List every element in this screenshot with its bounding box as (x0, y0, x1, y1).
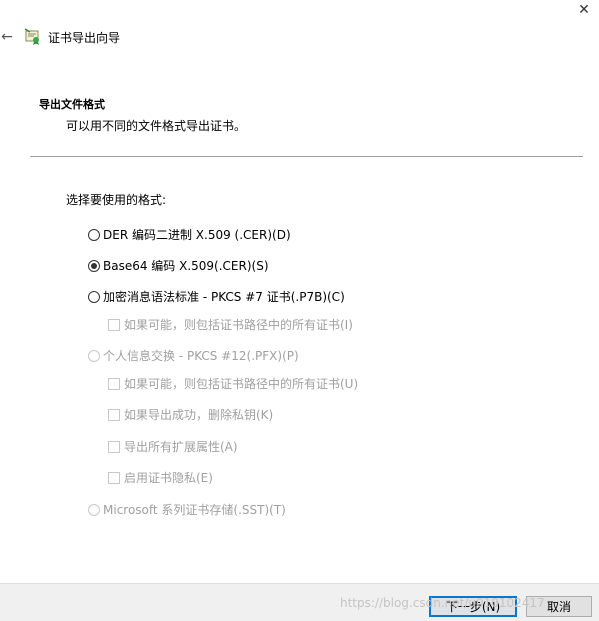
checkbox-box-pkcs7-include-all[interactable] (108, 318, 120, 331)
section-heading: 导出文件格式 (39, 98, 105, 111)
footer-bar: 下一步(N) 取消 (0, 583, 599, 621)
checkbox-pkcs12-include-all-label: 如果可能，则包括证书路径中的所有证书(U) (124, 377, 359, 391)
next-button[interactable]: 下一步(N) (429, 596, 517, 617)
checkbox-box-pkcs12-export-props[interactable] (108, 440, 120, 453)
format-prompt: 选择要使用的格式: (66, 193, 167, 207)
checkbox-pkcs7-include-all[interactable]: 如果可能，则包括证书路径中的所有证书(I) (108, 316, 353, 333)
radio-circle-pkcs7[interactable] (88, 290, 100, 303)
checkbox-pkcs12-delete-key-label: 如果导出成功，删除私钥(K) (124, 408, 274, 422)
radio-pkcs12-label: 个人信息交换 - PKCS #12(.PFX)(P) (103, 349, 299, 363)
certificate-icon (24, 28, 39, 45)
checkbox-pkcs7-include-all-label: 如果可能，则包括证书路径中的所有证书(I) (124, 318, 353, 332)
radio-pkcs7-label: 加密消息语法标准 - PKCS #7 证书(.P7B)(C) (103, 290, 345, 304)
radio-pkcs12[interactable]: 个人信息交换 - PKCS #12(.PFX)(P) (88, 347, 299, 364)
section-description: 可以用不同的文件格式导出证书。 (66, 119, 247, 133)
radio-sst-label: Microsoft 系列证书存储(.SST)(T) (103, 503, 286, 517)
close-icon: ✕ (578, 2, 590, 18)
radio-der[interactable]: DER 编码二进制 X.509 (.CER)(D) (88, 226, 291, 243)
radio-circle-sst[interactable] (88, 503, 100, 516)
radio-pkcs7[interactable]: 加密消息语法标准 - PKCS #7 证书(.P7B)(C) (88, 288, 345, 305)
checkbox-pkcs12-privacy[interactable]: 启用证书隐私(E) (108, 469, 213, 486)
radio-base64-label: Base64 编码 X.509(.CER)(S) (103, 259, 269, 273)
checkbox-box-pkcs12-privacy[interactable] (108, 471, 120, 484)
radio-circle-base64[interactable] (88, 259, 100, 272)
radio-der-label: DER 编码二进制 X.509 (.CER)(D) (103, 228, 291, 242)
window-title: 证书导出向导 (48, 31, 121, 45)
radio-circle-pkcs12[interactable] (88, 349, 100, 362)
header-divider (30, 156, 583, 157)
radio-circle-der[interactable] (88, 228, 100, 241)
back-arrow-icon: ← (1, 29, 13, 45)
checkbox-pkcs12-export-props-label: 导出所有扩展属性(A) (124, 440, 238, 454)
cancel-button[interactable]: 取消 (526, 596, 592, 617)
checkbox-pkcs12-delete-key[interactable]: 如果导出成功，删除私钥(K) (108, 406, 273, 423)
checkbox-pkcs12-include-all[interactable]: 如果可能，则包括证书路径中的所有证书(U) (108, 375, 358, 392)
close-button[interactable]: ✕ (569, 0, 599, 20)
checkbox-box-pkcs12-include-all[interactable] (108, 377, 120, 390)
checkbox-pkcs12-export-props[interactable]: 导出所有扩展属性(A) (108, 438, 238, 455)
back-button[interactable]: ← (0, 28, 14, 46)
radio-base64[interactable]: Base64 编码 X.509(.CER)(S) (88, 257, 269, 274)
checkbox-pkcs12-privacy-label: 启用证书隐私(E) (124, 471, 213, 485)
radio-sst[interactable]: Microsoft 系列证书存储(.SST)(T) (88, 501, 286, 518)
checkbox-box-pkcs12-delete-key[interactable] (108, 408, 120, 421)
